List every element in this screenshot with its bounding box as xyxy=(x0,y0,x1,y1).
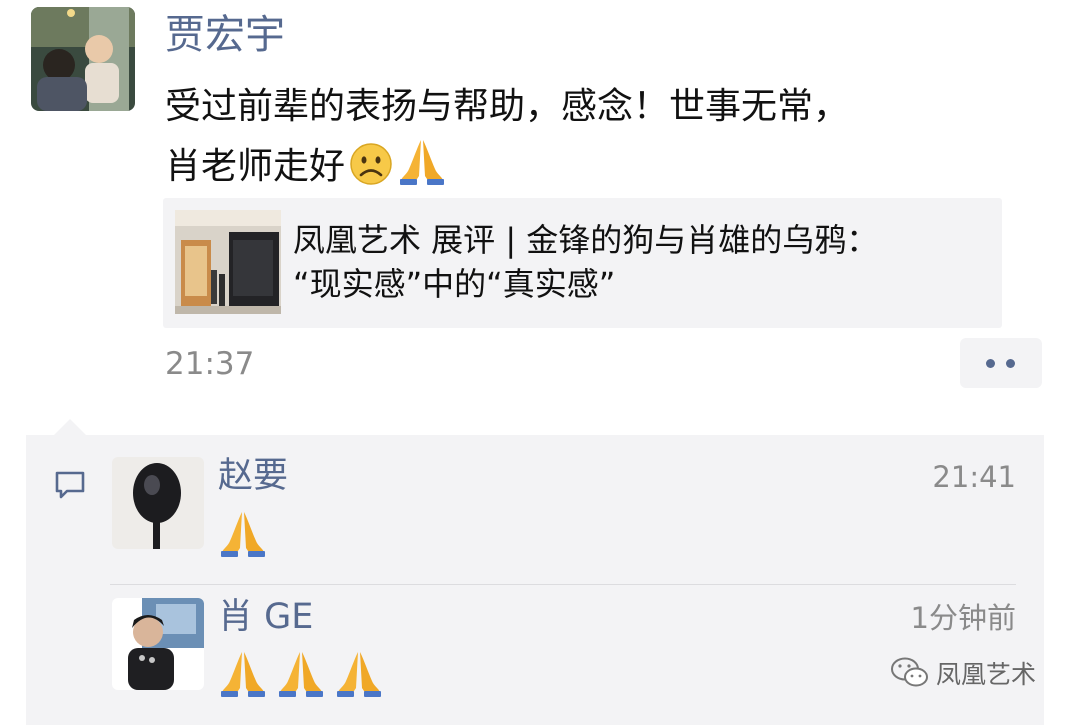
post-text-line: 肖老师走好 xyxy=(165,136,1035,196)
shared-article-card[interactable]: 凤凰艺术 展评 | 金锋的狗与肖雄的乌鸦： “现实感”中的“真实感” xyxy=(163,198,1002,328)
comment-divider xyxy=(110,584,1016,585)
folded-hands-icon xyxy=(218,648,268,702)
watermark: 凤凰艺术 xyxy=(890,655,1036,691)
commenter-name[interactable]: 肖 GE xyxy=(218,595,313,639)
commenter-avatar[interactable] xyxy=(112,457,204,549)
post-timestamp: 21:37 xyxy=(165,346,255,382)
post-text: 受过前辈的表扬与帮助，感念！世事无常， 肖老师走好 xyxy=(165,78,1035,196)
comment-timestamp: 21:41 xyxy=(932,460,1016,494)
post-text-line: 受过前辈的表扬与帮助，感念！世事无常， xyxy=(165,86,850,127)
folded-hands-icon xyxy=(397,136,447,186)
article-title-line: “现实感”中的“真实感” xyxy=(293,265,616,303)
watermark-text: 凤凰艺术 xyxy=(936,660,1037,689)
commenter-name[interactable]: 赵要 xyxy=(218,454,288,498)
article-title-line: 凤凰艺术 展评 | 金锋的狗与肖雄的乌鸦： xyxy=(293,221,879,259)
comments-panel-arrow xyxy=(54,419,86,435)
article-title[interactable]: 凤凰艺术 展评 | 金锋的狗与肖雄的乌鸦： “现实感”中的“真实感” xyxy=(293,218,983,306)
wechat-logo-icon xyxy=(890,656,930,690)
more-actions-button[interactable] xyxy=(960,338,1042,388)
folded-hands-icon xyxy=(276,648,326,702)
post-author-name[interactable]: 贾宏宇 xyxy=(165,10,285,60)
commenter-avatar[interactable] xyxy=(112,598,204,690)
dot-icon xyxy=(1006,359,1015,368)
folded-hands-icon xyxy=(218,508,268,562)
comment-content xyxy=(218,508,268,562)
comment-icon xyxy=(54,470,86,500)
post-author-avatar[interactable] xyxy=(31,7,135,111)
article-thumbnail xyxy=(175,210,281,314)
dot-icon xyxy=(986,359,995,368)
folded-hands-icon xyxy=(334,648,384,702)
comment-content xyxy=(218,648,384,702)
comment-timestamp: 1分钟前 xyxy=(910,601,1016,635)
frowning-face-icon xyxy=(349,142,393,186)
